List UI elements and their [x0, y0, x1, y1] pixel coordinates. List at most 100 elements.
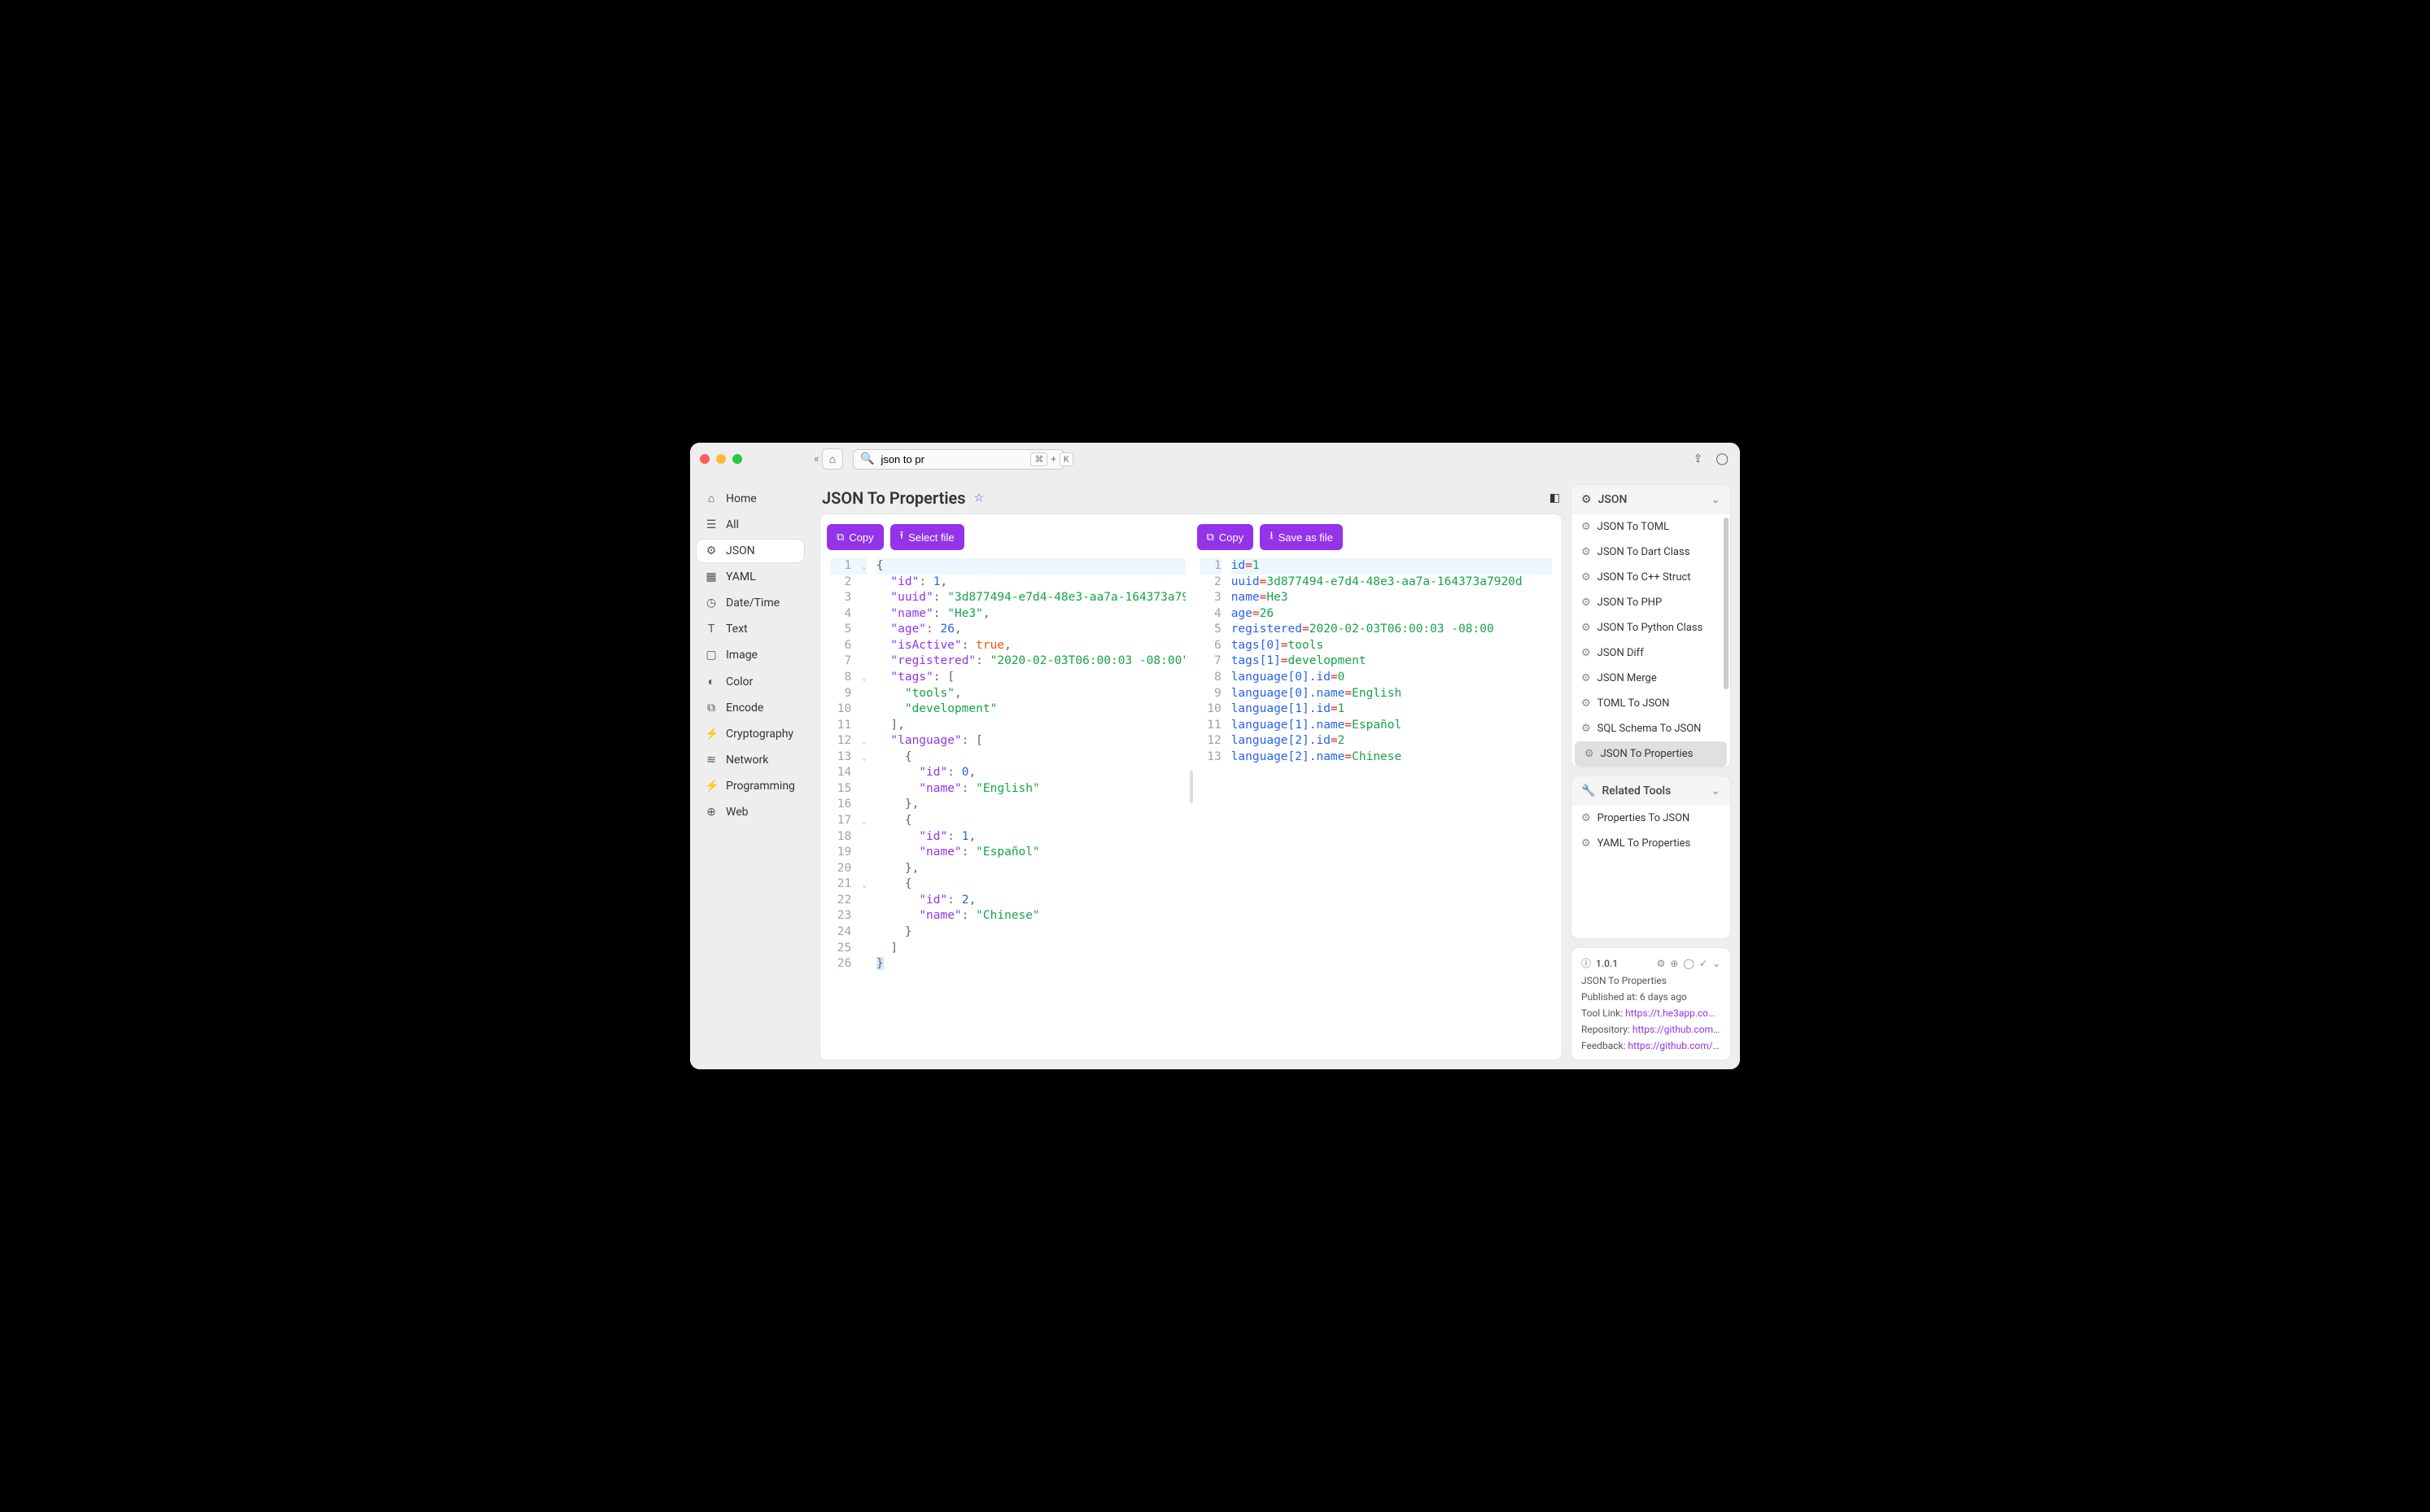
- nav-icon: ☰: [705, 518, 718, 531]
- tool-item[interactable]: ⚙YAML To Properties: [1571, 831, 1730, 856]
- code-line[interactable]: }: [876, 924, 1186, 941]
- maximize-window-button[interactable]: [732, 454, 742, 464]
- code-line[interactable]: "name": "Español": [876, 845, 1186, 861]
- tool-item[interactable]: ⚙Properties To JSON: [1571, 806, 1730, 831]
- plug-icon: ⚙: [1581, 697, 1591, 710]
- code-line[interactable]: tags[1]=development: [1231, 653, 1552, 670]
- code-line[interactable]: ],: [876, 718, 1186, 734]
- tool-item[interactable]: ⚙JSON To Dart Class: [1571, 540, 1730, 565]
- tool-item[interactable]: ⚙JSON To PHP: [1571, 590, 1730, 615]
- sidebar-item-network[interactable]: ≋Network: [697, 749, 804, 771]
- tool-link[interactable]: https://t.he3app.co…: [1625, 1007, 1715, 1019]
- code-line[interactable]: "tools",: [876, 686, 1186, 702]
- code-line[interactable]: },: [876, 861, 1186, 877]
- sidebar-item-home[interactable]: ⌂Home: [697, 487, 804, 510]
- pane-divider[interactable]: [1189, 521, 1194, 1053]
- code-line[interactable]: },: [876, 797, 1186, 813]
- sidebar-item-encode[interactable]: ⧉Encode: [697, 697, 804, 719]
- tool-item[interactable]: ⚙JSON To Python Class: [1571, 615, 1730, 640]
- code-line[interactable]: "id": 2,: [876, 893, 1186, 909]
- tool-item[interactable]: ⚙JSON To Properties: [1575, 741, 1727, 767]
- search-input[interactable]: [881, 453, 1024, 465]
- sidebar-item-date-time[interactable]: ◷Date/Time: [697, 592, 804, 614]
- sidebar-item-all[interactable]: ☰All: [697, 513, 804, 536]
- copy-button[interactable]: ⧉ Copy: [827, 524, 884, 550]
- scrollbar[interactable]: [1724, 518, 1729, 763]
- code-line[interactable]: {: [876, 749, 1186, 766]
- tool-item[interactable]: ⚙SQL Schema To JSON: [1571, 716, 1730, 741]
- search-box[interactable]: 🔍 ⌘+K: [853, 449, 1064, 470]
- close-window-button[interactable]: [700, 454, 710, 464]
- sidebar-item-json[interactable]: ⚙JSON: [697, 540, 804, 562]
- tool-item[interactable]: ⚙JSON To TOML: [1571, 514, 1730, 540]
- feedback-link[interactable]: https://github.com/…: [1628, 1040, 1720, 1051]
- sidebar-item-web[interactable]: ⊕Web: [697, 801, 804, 824]
- sidebar-item-image[interactable]: ▢Image: [697, 644, 804, 666]
- sidebar-item-yaml[interactable]: ▦YAML: [697, 566, 804, 588]
- code-line[interactable]: "registered": "2020-02-03T06:00:03 -08:0…: [876, 653, 1186, 670]
- minimize-window-button[interactable]: [716, 454, 726, 464]
- code-line[interactable]: {: [876, 876, 1186, 893]
- code-line[interactable]: {: [876, 558, 1186, 575]
- code-line[interactable]: id=1: [1231, 558, 1552, 575]
- code-line[interactable]: "name": "Chinese": [876, 908, 1186, 924]
- code-line[interactable]: "uuid": "3d877494-e7d4-48e3-aa7a-164373a…: [876, 590, 1186, 606]
- share-icon[interactable]: ⇪: [1694, 452, 1703, 465]
- code-line[interactable]: "id": 1,: [876, 575, 1186, 591]
- nav-icon: ⚡: [705, 780, 718, 793]
- code-line[interactable]: "name": "English": [876, 781, 1186, 798]
- json-panel-header[interactable]: ⚙ JSON ⌄: [1571, 485, 1730, 514]
- home-button[interactable]: ⌂: [822, 448, 843, 470]
- user-icon[interactable]: ◯: [1715, 452, 1729, 465]
- code-line[interactable]: {: [876, 813, 1186, 829]
- tool-item[interactable]: ⚙JSON Merge: [1571, 666, 1730, 691]
- select-file-button[interactable]: ⭱ Select file: [890, 524, 964, 550]
- repo-link[interactable]: https://github.com…: [1632, 1024, 1720, 1035]
- code-line[interactable]: "development": [876, 701, 1186, 718]
- code-line[interactable]: registered=2020-02-03T06:00:03 -08:00: [1231, 622, 1552, 638]
- code-line[interactable]: tags[0]=tools: [1231, 638, 1552, 654]
- code-line[interactable]: "id": 0,: [876, 765, 1186, 781]
- input-editor[interactable]: 1 ⌄ 2 3 4 5 6 7 8 ⌄ 9 10 11 12 ⌄ 13 ⌄ 14…: [827, 557, 1186, 1053]
- code-line[interactable]: "isActive": true,: [876, 638, 1186, 654]
- code-line[interactable]: "name": "He3",: [876, 606, 1186, 623]
- code-line[interactable]: language[2].name=Chinese: [1231, 749, 1552, 766]
- tool-item[interactable]: ⚙JSON Diff: [1571, 640, 1730, 666]
- github-icon[interactable]: ◯: [1683, 958, 1694, 969]
- code-line[interactable]: ]: [876, 941, 1186, 957]
- output-editor[interactable]: 1 2 3 4 5 6 7 8 9 10 11 12 13 id=1uuid=3…: [1197, 557, 1556, 1053]
- code-line[interactable]: name=He3: [1231, 590, 1552, 606]
- plug-icon[interactable]: ⚙: [1657, 958, 1666, 969]
- related-panel-header[interactable]: 🔧 Related Tools ⌄: [1571, 776, 1730, 806]
- tool-item[interactable]: ⚙JSON To C++ Struct: [1571, 565, 1730, 590]
- chevron-down-icon[interactable]: ⌄: [1712, 958, 1720, 969]
- copy-output-button[interactable]: ⧉ Copy: [1197, 524, 1254, 550]
- code-line[interactable]: uuid=3d877494-e7d4-48e3-aa7a-164373a7920…: [1231, 575, 1552, 591]
- tool-item[interactable]: ⚙TOML To JSON: [1571, 691, 1730, 716]
- nav-label: Home: [726, 492, 757, 505]
- check-icon[interactable]: ✓: [1699, 958, 1707, 969]
- code-line[interactable]: age=26: [1231, 606, 1552, 623]
- code-line[interactable]: "tags": [: [876, 670, 1186, 686]
- code-line[interactable]: language[0].name=English: [1231, 686, 1552, 702]
- download-icon: ⭳: [1270, 528, 1274, 546]
- code-line[interactable]: }: [876, 956, 1186, 972]
- code-line[interactable]: language[0].id=0: [1231, 670, 1552, 686]
- save-file-button[interactable]: ⭳ Save as file: [1260, 524, 1343, 550]
- code-line[interactable]: language[2].id=2: [1231, 733, 1552, 749]
- plug-icon: ⚙: [1581, 596, 1591, 609]
- favorite-star-icon[interactable]: ☆: [974, 492, 985, 505]
- sidebar-item-text[interactable]: TText: [697, 618, 804, 640]
- code-line[interactable]: "age": 26,: [876, 622, 1186, 638]
- sidebar-item-cryptography[interactable]: ⚡Cryptography: [697, 723, 804, 745]
- code-line[interactable]: language[1].name=Español: [1231, 718, 1552, 734]
- sidebar-item-color[interactable]: ◐Color: [697, 670, 804, 693]
- code-line[interactable]: language[1].id=1: [1231, 701, 1552, 718]
- code-line[interactable]: "language": [: [876, 733, 1186, 749]
- globe-icon[interactable]: ⊕: [1670, 958, 1678, 969]
- sidebar-item-programming[interactable]: ⚡Programming: [697, 775, 804, 798]
- layout-toggle-icon[interactable]: ◧: [1549, 492, 1560, 505]
- output-pane: ⧉ Copy ⭳ Save as file 1 2 3 4 5 6 7 8 9: [1197, 521, 1556, 1053]
- plug-icon: ⚙: [1581, 647, 1591, 659]
- code-line[interactable]: "id": 1,: [876, 829, 1186, 846]
